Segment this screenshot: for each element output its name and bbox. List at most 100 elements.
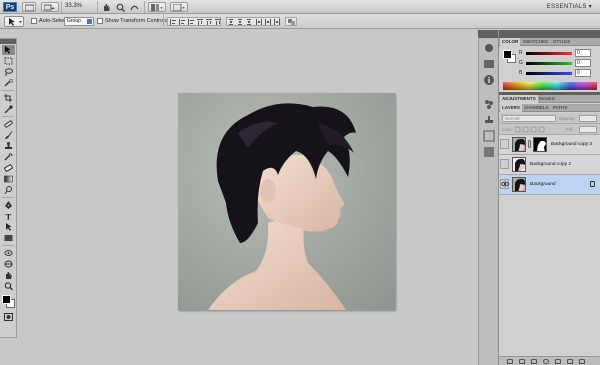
color-foreground-swatch[interactable] bbox=[503, 50, 512, 59]
blue-slider[interactable]: B 0 bbox=[519, 69, 599, 78]
3d-rotate-tool[interactable] bbox=[2, 248, 15, 258]
path-selection-tool[interactable] bbox=[2, 222, 15, 232]
blue-value-field[interactable]: 0 bbox=[575, 69, 591, 77]
visibility-toggle[interactable] bbox=[500, 139, 509, 149]
arrange-documents-button[interactable] bbox=[148, 2, 166, 12]
dodge-tool[interactable] bbox=[2, 185, 15, 195]
histogram-icon[interactable] bbox=[483, 130, 495, 142]
eraser-tool[interactable] bbox=[2, 163, 15, 173]
layer-row[interactable]: Background bbox=[499, 175, 600, 195]
layer-name[interactable]: Background copy 3 bbox=[551, 142, 592, 147]
lock-icon bbox=[590, 181, 595, 187]
green-value-field[interactable]: 0 bbox=[575, 59, 591, 67]
tab-layers[interactable]: LAYERS bbox=[500, 104, 522, 112]
layer-row[interactable]: Background copy 3 bbox=[499, 135, 600, 155]
hand-icon bbox=[104, 4, 110, 11]
red-ramp[interactable] bbox=[526, 52, 572, 55]
opacity-field[interactable] bbox=[579, 115, 597, 122]
tab-masks[interactable]: MASKS bbox=[537, 95, 557, 103]
green-ramp[interactable] bbox=[526, 62, 572, 65]
mask-link-icon[interactable] bbox=[528, 140, 531, 148]
type-tool[interactable]: T bbox=[2, 211, 15, 221]
foreground-color-swatch[interactable] bbox=[2, 295, 11, 304]
info-icon[interactable] bbox=[483, 74, 495, 86]
lasso-tool[interactable] bbox=[2, 67, 15, 77]
layer-row[interactable]: Background copy 2 bbox=[499, 155, 600, 175]
tab-color[interactable]: COLOR bbox=[500, 38, 521, 46]
red-label: R bbox=[519, 50, 523, 56]
type-icon: T bbox=[6, 212, 12, 220]
color-spectrum-bar[interactable] bbox=[503, 82, 597, 90]
green-slider[interactable]: G 0 bbox=[519, 59, 599, 68]
red-slider[interactable]: R 0 bbox=[519, 49, 599, 58]
move-tool[interactable] bbox=[2, 45, 15, 55]
brush-tool[interactable] bbox=[2, 130, 15, 140]
zoom-tool[interactable] bbox=[2, 281, 15, 291]
mini-bridge-icon[interactable] bbox=[483, 58, 495, 70]
shape-tool[interactable] bbox=[2, 233, 15, 243]
tab-channels[interactable]: CHANNELS bbox=[522, 104, 551, 112]
distribute-buttons-group[interactable] bbox=[226, 17, 280, 26]
brush-presets-icon[interactable] bbox=[483, 98, 495, 110]
auto-select-dropdown[interactable]: Group bbox=[64, 17, 94, 26]
blend-mode-dropdown[interactable]: Normal bbox=[502, 115, 556, 122]
clone-source-icon[interactable] bbox=[483, 114, 495, 126]
layer-name[interactable]: Background copy 2 bbox=[530, 162, 571, 167]
workspace-switcher[interactable]: ESSENTIALS ▾ bbox=[547, 3, 592, 10]
dock-header[interactable] bbox=[478, 30, 498, 38]
align-buttons-group[interactable] bbox=[167, 17, 221, 26]
pen-tool[interactable] bbox=[2, 200, 15, 210]
show-transform-checkbox[interactable] bbox=[97, 18, 103, 24]
quick-mask-button[interactable] bbox=[2, 312, 15, 322]
quick-selection-tool[interactable] bbox=[2, 78, 15, 88]
marquee-tool[interactable] bbox=[2, 56, 15, 66]
fill-field[interactable] bbox=[579, 126, 597, 133]
3d-panel-icon[interactable] bbox=[483, 42, 495, 54]
auto-select-checkbox[interactable] bbox=[31, 18, 37, 24]
marquee-icon bbox=[4, 57, 13, 65]
add-mask-icon[interactable] bbox=[531, 359, 537, 364]
healing-brush-tool[interactable] bbox=[2, 119, 15, 129]
layer-thumbnail bbox=[512, 157, 526, 172]
layer-style-icon[interactable] bbox=[519, 359, 525, 364]
bridge-button[interactable] bbox=[22, 2, 36, 12]
rotate-view-button[interactable] bbox=[128, 2, 140, 12]
visibility-toggle[interactable] bbox=[500, 179, 509, 189]
auto-align-button[interactable] bbox=[285, 17, 297, 26]
lock-icons[interactable] bbox=[515, 126, 555, 133]
eyedropper-tool[interactable] bbox=[2, 104, 15, 114]
tab-adjustments[interactable]: ADJUSTMENTS bbox=[500, 95, 538, 103]
tools-panel-header[interactable] bbox=[0, 39, 16, 44]
layer-name[interactable]: Background bbox=[530, 182, 556, 187]
clone-stamp-tool[interactable] bbox=[2, 141, 15, 151]
new-layer-icon[interactable] bbox=[567, 359, 573, 364]
adjustment-layer-icon[interactable] bbox=[543, 359, 549, 364]
tab-paths[interactable]: PATHS bbox=[551, 104, 569, 112]
panels-header[interactable] bbox=[499, 30, 600, 38]
blue-ramp[interactable] bbox=[526, 72, 572, 75]
tab-styles[interactable]: STYLES bbox=[551, 38, 572, 46]
hand-tool[interactable] bbox=[2, 270, 15, 280]
screen-mode-button[interactable] bbox=[170, 2, 188, 12]
3d-camera-tool[interactable] bbox=[2, 259, 15, 269]
tool-preset-picker[interactable] bbox=[4, 16, 24, 27]
view-extras-button[interactable] bbox=[41, 2, 59, 12]
hand-tool-button[interactable] bbox=[100, 2, 112, 12]
gradient-tool[interactable] bbox=[2, 174, 15, 184]
link-layers-icon[interactable] bbox=[507, 359, 513, 364]
layer-mask-thumbnail[interactable] bbox=[533, 137, 547, 152]
new-group-icon[interactable] bbox=[555, 359, 561, 364]
trash-icon[interactable] bbox=[579, 359, 585, 364]
zoom-tool-button[interactable] bbox=[114, 2, 126, 12]
crop-tool[interactable] bbox=[2, 93, 15, 103]
history-icon[interactable] bbox=[483, 146, 495, 158]
history-brush-icon bbox=[4, 153, 13, 161]
lock-label: Lock: bbox=[502, 127, 513, 132]
red-value-field[interactable]: 0 bbox=[575, 49, 591, 57]
history-brush-tool[interactable] bbox=[2, 152, 15, 162]
blue-label: B bbox=[519, 70, 523, 76]
visibility-toggle[interactable] bbox=[500, 159, 509, 169]
document-canvas[interactable] bbox=[178, 93, 395, 310]
zoom-level[interactable]: 33.3% bbox=[65, 3, 82, 9]
tab-swatches[interactable]: SWATCHES bbox=[521, 38, 550, 46]
